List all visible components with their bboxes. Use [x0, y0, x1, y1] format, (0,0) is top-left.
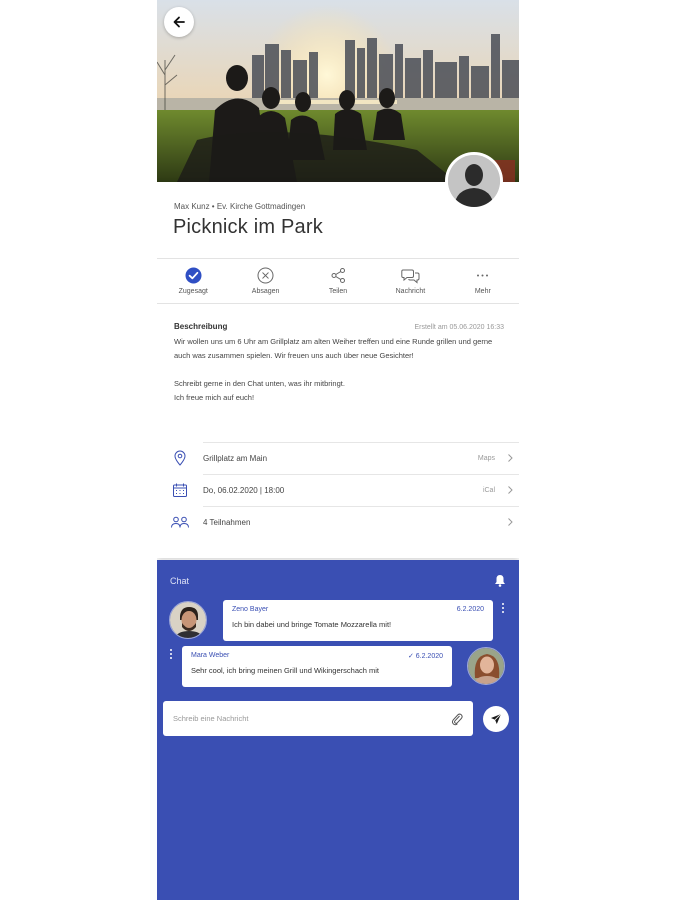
chevron-right-icon — [508, 486, 513, 494]
participants-row[interactable]: 4 Teilnahmen — [157, 506, 519, 538]
share-button[interactable]: Teilen — [302, 259, 374, 303]
accepted-label: Zugesagt — [178, 288, 208, 295]
event-meta: Max Kunz • Ev. Kirche Gottmadingen — [174, 202, 306, 211]
message-date: ✓ 6.2.2020 — [407, 653, 443, 660]
chat-message: Mara Weber ✓ 6.2.2020 Sehr cool, ich bri… — [157, 646, 519, 690]
maps-link[interactable]: Maps — [478, 455, 495, 462]
location-pin-icon — [174, 450, 186, 466]
calendar-icon — [173, 483, 187, 497]
description-title: Beschreibung — [174, 322, 228, 331]
message-input[interactable] — [173, 714, 451, 723]
action-bar: Zugesagt Absagen Teilen Nachricht Mehr — [157, 258, 519, 304]
avatar[interactable] — [169, 601, 207, 639]
event-screen: Max Kunz • Ev. Kirche Gottmadingen Pickn… — [157, 0, 519, 900]
message-date: 6.2.2020 — [456, 606, 484, 613]
avatar[interactable] — [467, 647, 505, 685]
chat-title: Chat — [170, 576, 190, 586]
message-label: Nachricht — [395, 288, 426, 295]
send-button[interactable] — [483, 706, 509, 732]
chat-message: Zeno Bayer 6.2.2020 Ich bin dabei und br… — [157, 600, 519, 644]
share-icon — [331, 268, 345, 283]
sender-name: Zeno Bayer — [232, 606, 269, 613]
message-options-icon[interactable] — [169, 649, 173, 659]
created-date: Erstellt am 05.06.2020 16:33 — [414, 324, 504, 331]
share-label: Teilen — [328, 288, 348, 295]
location-text: Grillplatz am Main — [203, 453, 268, 463]
message-bubble[interactable]: Zeno Bayer 6.2.2020 Ich bin dabei und br… — [223, 600, 493, 641]
description-text: Wir wollen uns um 6 Uhr am Grillplatz am… — [174, 337, 493, 402]
organizer-avatar[interactable] — [445, 152, 503, 210]
ical-link[interactable]: iCal — [483, 487, 495, 494]
message-composer — [163, 701, 473, 736]
page-title: Picknick im Park — [173, 216, 323, 238]
chat-bubbles-icon — [401, 269, 420, 284]
date-row[interactable]: Do, 06.02.2020 | 18:00 iCal — [157, 474, 519, 506]
decline-button[interactable]: Absagen — [229, 259, 301, 303]
paperclip-icon[interactable] — [451, 712, 463, 726]
message-text: Sehr cool, ich bring meinen Grill und Wi… — [191, 666, 379, 675]
more-label: Mehr — [474, 288, 491, 295]
participants-text: 4 Teilnahmen — [203, 517, 251, 527]
location-row[interactable]: Grillplatz am Main Maps — [157, 442, 519, 474]
check-circle-icon — [185, 267, 202, 284]
people-icon — [171, 516, 189, 528]
sender-name: Mara Weber — [191, 652, 230, 659]
arrow-left-icon — [173, 16, 185, 28]
description-section: Beschreibung Erstellt am 05.06.2020 16:3… — [174, 322, 504, 405]
message-bubble[interactable]: Mara Weber ✓ 6.2.2020 Sehr cool, ich bri… — [182, 646, 452, 687]
more-icon — [477, 274, 489, 277]
person-silhouette-icon — [448, 155, 500, 207]
back-button[interactable] — [164, 7, 194, 37]
chat-section: Chat Zeno Bayer 6.2.2020 Ich bin dabei u… — [157, 560, 519, 900]
message-text: Ich bin dabei und bringe Tomate Mozzarel… — [232, 620, 392, 629]
send-icon — [491, 713, 502, 724]
accepted-button[interactable]: Zugesagt — [157, 259, 229, 303]
date-text: Do, 06.02.2020 | 18:00 — [203, 485, 285, 495]
more-button[interactable]: Mehr — [447, 259, 519, 303]
chevron-right-icon — [508, 454, 513, 462]
message-options-icon[interactable] — [501, 603, 505, 613]
x-circle-icon — [257, 267, 274, 284]
decline-label: Absagen — [251, 288, 280, 295]
event-card: Max Kunz • Ev. Kirche Gottmadingen Pickn… — [157, 182, 519, 558]
notification-button[interactable] — [494, 574, 506, 592]
message-button[interactable]: Nachricht — [374, 259, 446, 303]
bell-icon — [495, 575, 505, 587]
chevron-right-icon — [508, 518, 513, 526]
detail-list: Grillplatz am Main Maps Do, 06.02.2020 |… — [157, 442, 519, 538]
